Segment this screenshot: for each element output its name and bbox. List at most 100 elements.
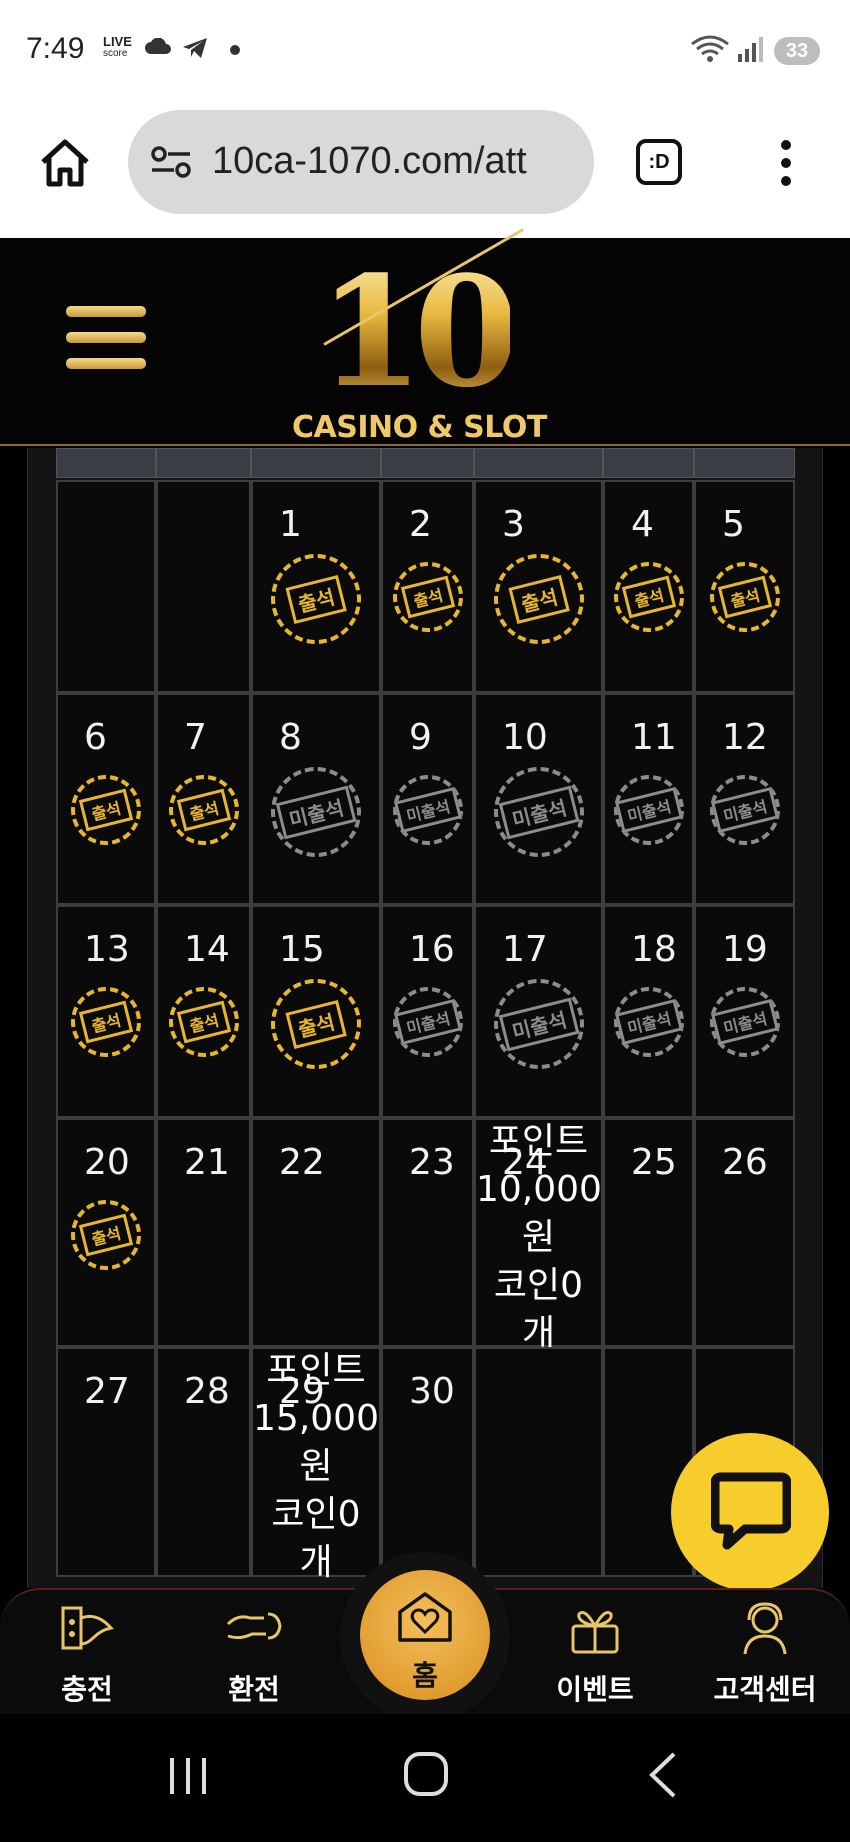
url-text[interactable]: 10ca-1070.com/att bbox=[212, 140, 584, 183]
calendar-day-cell[interactable]: 12 미출석 bbox=[694, 693, 795, 905]
exchange-icon bbox=[226, 1612, 282, 1640]
livescore-badge-top: LIVE bbox=[103, 34, 132, 49]
nav-charge[interactable]: 충전 bbox=[12, 1590, 162, 1716]
calendar-day-cell[interactable]: 22 bbox=[251, 1118, 381, 1347]
calendar-day-cell[interactable]: 29 포인트 15,000 원 코인0 개 bbox=[251, 1347, 381, 1583]
chat-icon bbox=[711, 1472, 791, 1550]
calendar-day-cell[interactable]: 5 출석 bbox=[694, 480, 795, 693]
absent-stamp: 미출석 bbox=[483, 757, 594, 867]
calendar-day-cell[interactable]: 26 bbox=[694, 1118, 795, 1347]
calendar-header-cell bbox=[603, 448, 694, 478]
calendar-day-cell[interactable]: 11 미출석 bbox=[603, 693, 694, 905]
calendar-day-cell bbox=[156, 480, 251, 693]
day-number: 15 bbox=[279, 929, 325, 970]
day-number: 30 bbox=[409, 1371, 455, 1412]
attended-stamp: 출석 bbox=[63, 979, 149, 1065]
day-number: 3 bbox=[502, 504, 525, 545]
calendar-day-cell[interactable]: 13 출석 bbox=[56, 905, 156, 1118]
calendar-day-cell[interactable]: 1 출석 bbox=[251, 480, 381, 693]
dex-icon[interactable]: :D bbox=[636, 139, 682, 185]
day-number: 28 bbox=[184, 1371, 230, 1412]
nav-support[interactable]: 고객센터 bbox=[690, 1590, 840, 1716]
livescore-badge-bottom: score bbox=[103, 48, 128, 59]
site-header: 10 CASINO & SLOT bbox=[0, 228, 850, 448]
day-number: 5 bbox=[722, 504, 745, 545]
reward-line: 10,000 bbox=[476, 1169, 602, 1210]
nav-event[interactable]: 이벤트 bbox=[520, 1590, 670, 1716]
address-bar[interactable]: 10ca-1070.com/att bbox=[128, 110, 594, 214]
calendar-header-cell bbox=[694, 448, 795, 478]
reward-line: 개 bbox=[299, 1542, 333, 1583]
calendar-day-cell[interactable]: 15 출석 bbox=[251, 905, 381, 1118]
day-number: 21 bbox=[184, 1142, 230, 1183]
calendar-day-cell[interactable]: 4 출석 bbox=[603, 480, 694, 693]
calendar-header-cell bbox=[474, 448, 603, 478]
day-number: 16 bbox=[409, 929, 455, 970]
attended-stamp: 출석 bbox=[261, 969, 371, 1079]
calendar-day-cell[interactable]: 8 미출석 bbox=[251, 693, 381, 905]
day-number: 25 bbox=[631, 1142, 677, 1183]
signal-icon bbox=[738, 37, 763, 62]
calendar-day-cell[interactable]: 21 bbox=[156, 1118, 251, 1347]
calendar-day-cell[interactable]: 25 bbox=[603, 1118, 694, 1347]
attended-stamp: 출석 bbox=[161, 767, 246, 853]
nav-home[interactable]: 홈 bbox=[340, 1552, 510, 1722]
status-bar: 7:49 LIVE score 33 bbox=[0, 0, 850, 100]
back-icon[interactable] bbox=[646, 1750, 680, 1800]
calendar-day-cell[interactable]: 7 출석 bbox=[156, 693, 251, 905]
calendar-day-cell[interactable]: 16 미출석 bbox=[381, 905, 474, 1118]
attended-stamp: 출석 bbox=[63, 1192, 149, 1278]
day-number: 19 bbox=[722, 929, 768, 970]
calendar-day-cell[interactable]: 3 출석 bbox=[474, 480, 603, 693]
calendar-day-cell[interactable]: 28 bbox=[156, 1347, 251, 1577]
absent-stamp: 미출석 bbox=[483, 969, 594, 1079]
day-number: 9 bbox=[409, 717, 432, 758]
day-number: 12 bbox=[722, 717, 768, 758]
nav-exchange[interactable]: 환전 bbox=[179, 1590, 329, 1716]
day-number: 17 bbox=[502, 929, 548, 970]
chat-button[interactable] bbox=[671, 1433, 829, 1591]
calendar-day-cell[interactable]: 2 출석 bbox=[381, 480, 474, 693]
calendar-day-cell[interactable]: 10 미출석 bbox=[474, 693, 603, 905]
day-number: 27 bbox=[84, 1371, 130, 1412]
absent-stamp: 미출석 bbox=[385, 767, 470, 853]
reward-line: 원 bbox=[299, 1446, 333, 1487]
reward-line: 포인트 bbox=[266, 1350, 366, 1391]
recent-apps-icon[interactable] bbox=[166, 1754, 210, 1798]
absent-stamp: 미출석 bbox=[702, 979, 787, 1065]
calendar-day-cell[interactable]: 20 출석 bbox=[56, 1118, 156, 1347]
home-icon[interactable] bbox=[38, 136, 92, 190]
gift-icon bbox=[571, 1611, 619, 1654]
reward-text: 포인트 10,000 원 코인0 개 bbox=[476, 1118, 602, 1358]
attended-stamp: 출석 bbox=[161, 979, 246, 1065]
attended-stamp: 출석 bbox=[606, 554, 691, 640]
calendar-day-cell[interactable]: 14 출석 bbox=[156, 905, 251, 1118]
home-nav-icon[interactable] bbox=[402, 1750, 450, 1798]
site-settings-icon[interactable] bbox=[150, 146, 192, 178]
calendar-day-cell[interactable]: 9 미출석 bbox=[381, 693, 474, 905]
calendar-day-cell[interactable]: 27 bbox=[56, 1347, 156, 1577]
status-time: 7:49 bbox=[26, 32, 85, 65]
calendar-day-cell[interactable]: 18 미출석 bbox=[603, 905, 694, 1118]
nav-support-label: 고객센터 bbox=[713, 1673, 817, 1706]
reward-line: 코인0 bbox=[271, 1494, 361, 1535]
calendar-day-cell[interactable]: 6 출석 bbox=[56, 693, 156, 905]
day-number: 13 bbox=[84, 929, 130, 970]
day-number: 26 bbox=[722, 1142, 768, 1183]
calendar-header-cell bbox=[156, 448, 251, 478]
menu-icon[interactable] bbox=[66, 306, 146, 378]
site-logo[interactable]: 10 CASINO & SLOT bbox=[284, 228, 574, 448]
home-heart-icon bbox=[398, 1592, 452, 1642]
calendar-day-cell[interactable]: 24 포인트 10,000 원 코인0 개 bbox=[474, 1118, 603, 1354]
day-number: 8 bbox=[279, 717, 302, 758]
day-number: 11 bbox=[631, 717, 677, 758]
calendar-day-cell[interactable]: 23 bbox=[381, 1118, 474, 1347]
cloud-icon bbox=[145, 38, 171, 54]
more-options-icon[interactable] bbox=[778, 140, 794, 190]
calendar-day-cell[interactable]: 19 미출석 bbox=[694, 905, 795, 1118]
nav-charge-label: 충전 bbox=[61, 1673, 113, 1706]
reward-line: 15,000 bbox=[253, 1398, 379, 1439]
calendar-day-cell[interactable]: 17 미출석 bbox=[474, 905, 603, 1118]
charge-icon bbox=[61, 1606, 114, 1650]
calendar-day-cell[interactable]: 30 bbox=[381, 1347, 474, 1577]
